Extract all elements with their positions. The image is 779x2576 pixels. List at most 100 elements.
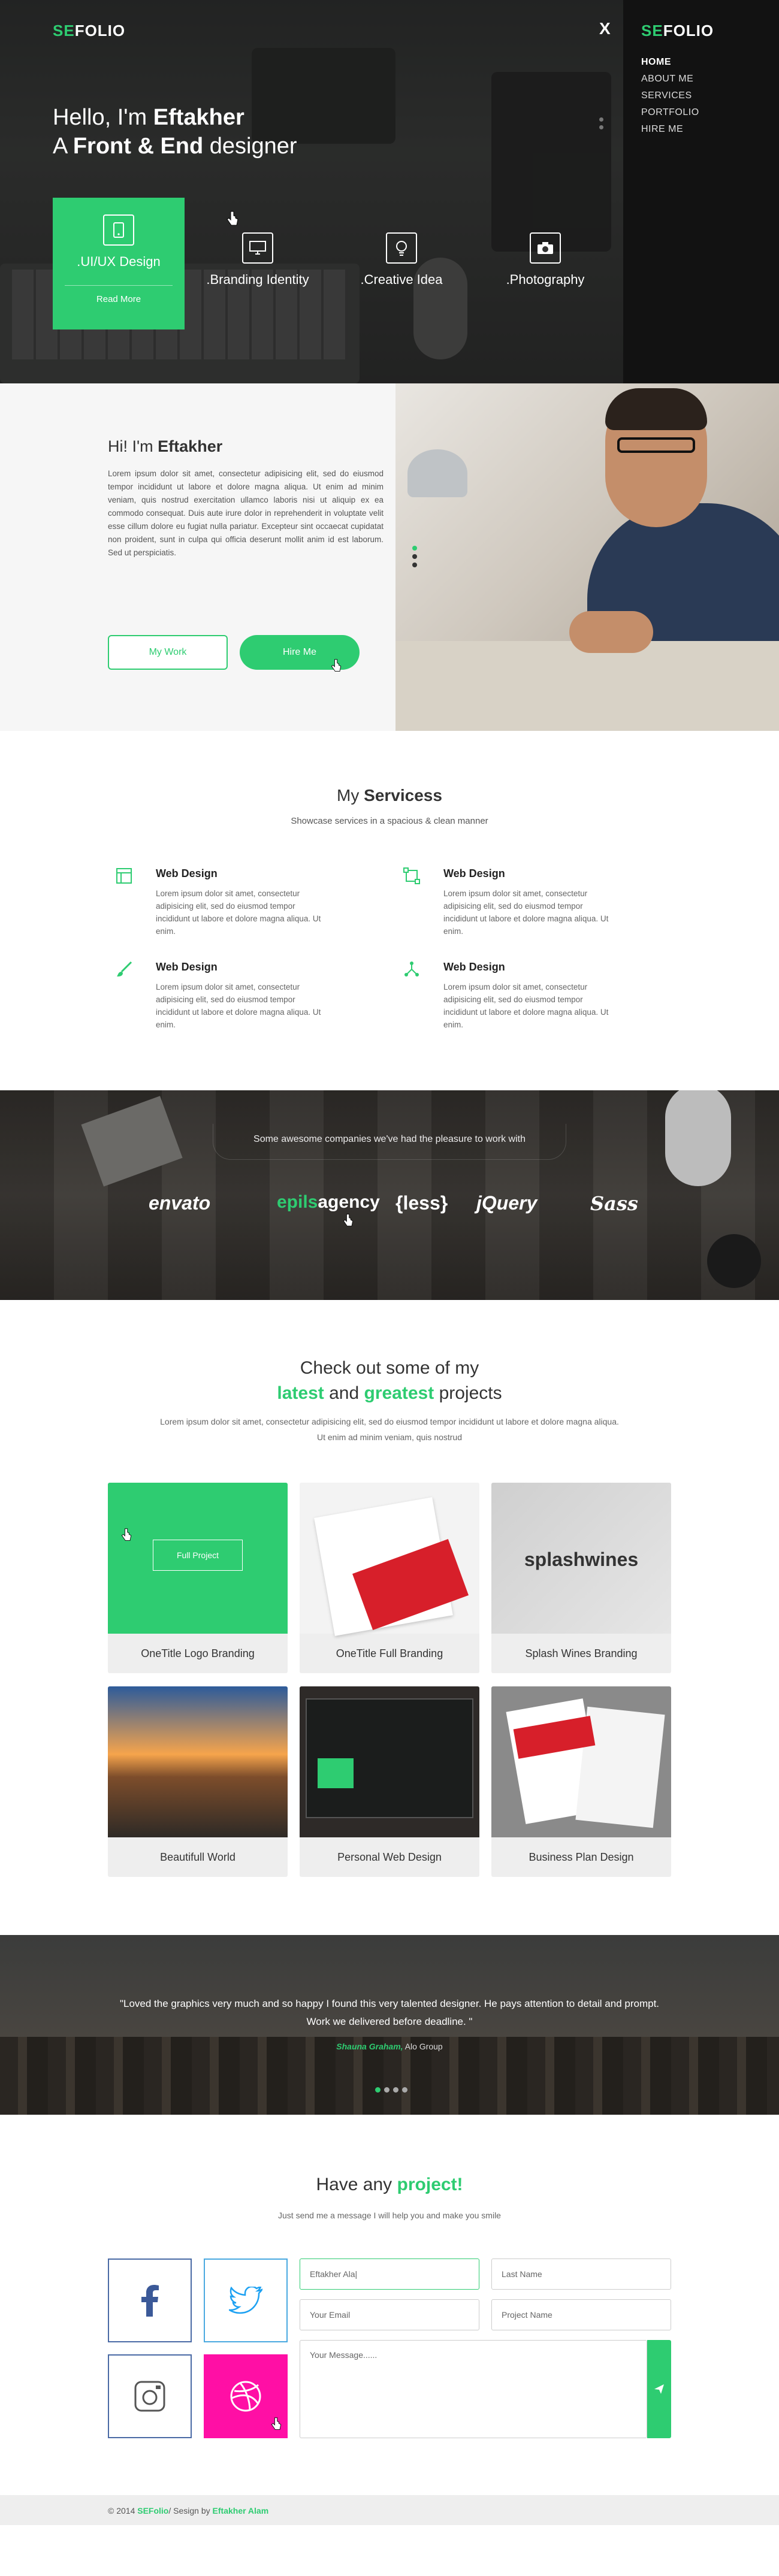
service-title: Web Design	[443, 961, 505, 973]
hero-slide-dots[interactable]	[599, 114, 603, 133]
hire-me-button[interactable]: Hire Me	[240, 635, 360, 670]
send-button[interactable]	[647, 2340, 671, 2438]
menu-item-services[interactable]: SERVICES	[641, 87, 699, 104]
about-heading-name: Eftakher	[158, 437, 223, 455]
epils-agency-logo[interactable]: epilsagency	[277, 1192, 380, 1213]
footer-author[interactable]: Eftakher Alam	[213, 2506, 269, 2515]
instagram-button[interactable]	[108, 2354, 192, 2438]
twitter-button[interactable]	[204, 2258, 288, 2342]
testimonial-pager[interactable]	[373, 2085, 409, 2096]
read-more-link[interactable]: Read More	[65, 285, 173, 304]
side-menu-logo[interactable]: SEFOLIO	[641, 22, 714, 40]
about-photo-pager[interactable]	[412, 542, 417, 571]
service-text: Lorem ipsum dolor sit amet, consectetur …	[443, 982, 609, 1029]
services-title: My Servicess	[0, 786, 779, 805]
cup-prop	[707, 1234, 761, 1288]
testimonial-quote: "Loved the graphics very much and so hap…	[119, 1998, 660, 2027]
envato-logo[interactable]: envato	[149, 1192, 210, 1214]
portfolio-item[interactable]: Full Project OneTitle Logo Branding	[108, 1483, 288, 1673]
hand-cursor-icon	[227, 211, 238, 226]
services-title-prefix: My	[337, 786, 360, 805]
service-item: Web Design Lorem ipsum dolor sit amet, c…	[114, 867, 321, 938]
my-work-button[interactable]: My Work	[108, 635, 228, 670]
service-text: Lorem ipsum dolor sit amet, consectetur …	[156, 982, 321, 1029]
sass-logo[interactable]: Sass	[590, 1192, 638, 1215]
agency-text: agency	[318, 1192, 380, 1212]
logo-prefix: SE	[53, 22, 75, 40]
clients-section	[0, 1090, 779, 1300]
service-item: Web Design Lorem ipsum dolor sit amet, c…	[401, 867, 608, 938]
send-icon	[654, 2384, 664, 2394]
hero-card-uiux[interactable]: .UI/UX Design Read More	[53, 198, 185, 329]
service-text: Lorem ipsum dolor sit amet, consectetur …	[443, 889, 609, 936]
author-company: Alo Group	[404, 2042, 443, 2051]
hero-card-creative[interactable]: .Creative Idea	[336, 198, 467, 326]
menu-close-button[interactable]: X	[599, 19, 611, 38]
menu-item-portfolio[interactable]: PORTFOLIO	[641, 104, 699, 121]
service-title: Web Design	[156, 867, 218, 879]
menu-item-about[interactable]: ABOUT ME	[641, 71, 699, 87]
logo-suffix: FOLIO	[74, 22, 126, 40]
last-name-field[interactable]: Last Name	[491, 2258, 671, 2290]
service-item: Web Design Lorem ipsum dolor sit amet, c…	[114, 961, 321, 1031]
facebook-button[interactable]	[108, 2258, 192, 2342]
hand-cursor-icon	[343, 1214, 354, 1226]
facebook-icon	[141, 2285, 159, 2317]
hero-greeting: Hello, I'm	[53, 105, 147, 130]
service-title: Web Design	[156, 961, 218, 973]
hero-name: Eftakher	[153, 105, 244, 130]
hero-line2-prefix: A	[53, 134, 67, 159]
about-text: Lorem ipsum dolor sit amet, consectetur …	[108, 469, 384, 557]
jquery-logo[interactable]: jQuery	[476, 1192, 537, 1214]
portfolio-caption: Personal Web Design	[337, 1851, 442, 1863]
portfolio-title-end: projects	[439, 1383, 502, 1403]
services-subtitle: Showcase services in a spacious & clean …	[291, 816, 488, 826]
message-field[interactable]: Your Message......	[300, 2340, 647, 2438]
person-glasses	[617, 437, 695, 453]
hero-card-label: .Creative Idea	[360, 272, 443, 287]
mobile-icon	[103, 214, 134, 246]
project-name-field[interactable]: Project Name	[491, 2299, 671, 2330]
portfolio-item[interactable]: splashwines Splash Wines Branding	[491, 1483, 671, 1673]
portfolio-thumb: Full Project	[108, 1483, 288, 1634]
monitor-icon	[242, 232, 273, 264]
portfolio-thumb: splashwines	[491, 1483, 671, 1634]
full-project-button[interactable]: Full Project	[153, 1540, 243, 1571]
name-field[interactable]: Eftakher Ala|	[300, 2258, 479, 2290]
less-logo[interactable]: {less}	[395, 1192, 448, 1214]
splash-wines-logo: splashwines	[524, 1549, 639, 1570]
portfolio-item[interactable]: OneTitle Full Branding	[300, 1483, 479, 1673]
hand-cursor-icon	[271, 2417, 282, 2430]
portfolio-title-latest: latest	[277, 1383, 324, 1403]
lamp-shape	[407, 449, 467, 497]
menu-item-hire[interactable]: HIRE ME	[641, 121, 699, 138]
contact-title-bold: project!	[397, 2175, 463, 2194]
clients-title: Some awesome companies we've had the ple…	[253, 1134, 526, 1144]
footer-copyright: © 2014	[108, 2506, 135, 2515]
menu-item-home[interactable]: HOME	[641, 54, 699, 71]
hero-line2-suffix: designer	[209, 134, 297, 159]
footer-brand[interactable]: SEFolio	[137, 2506, 168, 2515]
portfolio-title-line1: Check out some of my	[300, 1358, 479, 1378]
hand-cursor-icon	[331, 659, 342, 672]
hero-card-photography[interactable]: .Photography	[479, 198, 611, 326]
hero-card-label: .UI/UX Design	[77, 254, 161, 269]
portfolio-title-and: and	[329, 1383, 360, 1403]
desk-surface	[395, 641, 779, 731]
portfolio-caption: Splash Wines Branding	[525, 1647, 638, 1659]
services-title-bold: Servicess	[364, 786, 442, 805]
person-hand	[569, 611, 653, 653]
portfolio-item[interactable]: Beautifull World	[108, 1686, 288, 1877]
footer-text: © 2014 SEFolio/ Sesign by Eftakher Alam	[108, 2506, 268, 2515]
hero-logo[interactable]: SEFOLIO	[53, 22, 125, 40]
contact-title: Have any project!	[0, 2175, 779, 2195]
person-hair	[605, 388, 707, 430]
portfolio-item[interactable]: Business Plan Design	[491, 1686, 671, 1877]
author-name: Shauna Graham,	[336, 2042, 403, 2051]
portfolio-item[interactable]: Personal Web Design	[300, 1686, 479, 1877]
portfolio-subtitle: Lorem ipsum dolor sit amet, consectetur …	[160, 1417, 619, 1442]
network-icon	[401, 961, 422, 981]
hero-line2-bold: Front & End	[73, 134, 204, 159]
email-field[interactable]: Your Email	[300, 2299, 479, 2330]
hero-card-branding[interactable]: .Branding Identity	[192, 198, 324, 326]
